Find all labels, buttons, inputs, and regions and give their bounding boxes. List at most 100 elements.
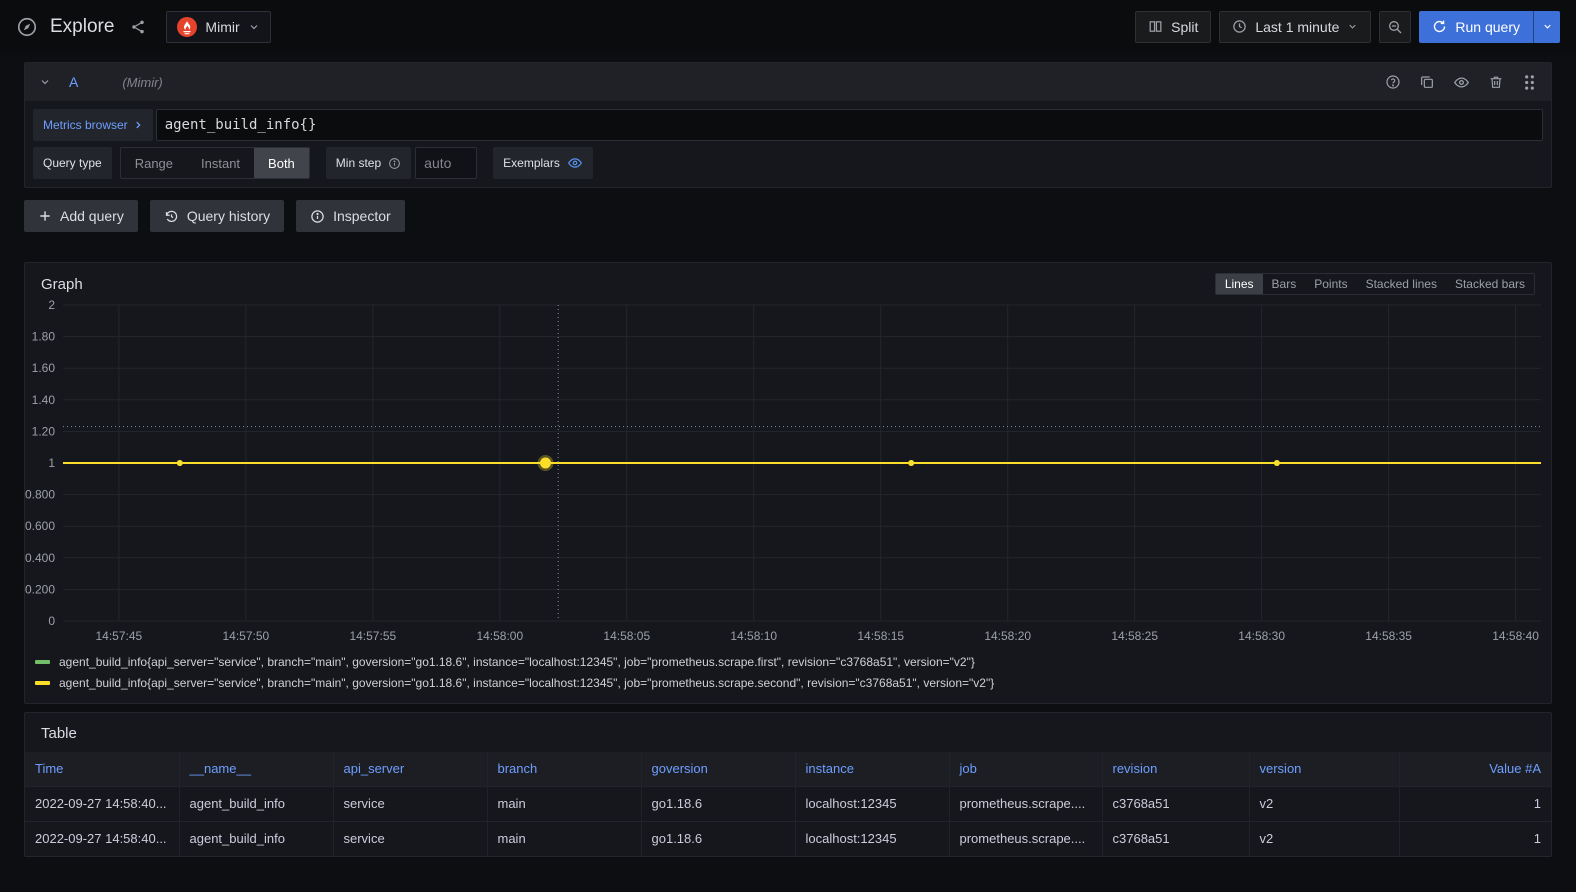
legend-label: agent_build_info{api_server="service", b… [59, 676, 994, 690]
legend-item-0[interactable]: agent_build_info{api_server="service", b… [35, 651, 1541, 672]
metrics-browser-label: Metrics browser [43, 118, 128, 132]
column-header-goversion[interactable]: goversion [641, 752, 795, 786]
time-range-label: Last 1 minute [1255, 19, 1339, 35]
legend-item-1[interactable]: agent_build_info{api_server="service", b… [35, 672, 1541, 693]
table-cell: service [333, 821, 487, 856]
chevron-right-icon [133, 120, 143, 130]
column-header-version[interactable]: version [1249, 752, 1399, 786]
x-axis-tick-label: 14:58:10 [730, 629, 777, 643]
table-cell: prometheus.scrape.... [949, 786, 1102, 821]
data-point [177, 460, 183, 466]
x-axis-tick-label: 14:57:50 [222, 629, 269, 643]
chevron-down-icon [1542, 21, 1553, 32]
x-axis-tick-label: 14:57:55 [349, 629, 396, 643]
table-cell: main [487, 786, 641, 821]
graph-style-selector: LinesBarsPointsStacked linesStacked bars [1215, 273, 1535, 295]
column-header-api-server[interactable]: api_server [333, 752, 487, 786]
highlighted-data-point [540, 458, 551, 469]
query-ref-id[interactable]: A [69, 74, 78, 90]
inspector-button[interactable]: Inspector [296, 200, 405, 232]
table-cell: main [487, 821, 641, 856]
collapse-chevron-icon[interactable] [39, 76, 51, 88]
table-panel: Table Time__name__api_serverbranchgovers… [24, 712, 1552, 857]
top-nav-bar: Explore Mimir [0, 0, 1576, 53]
table-cell: 2022-09-27 14:58:40... [25, 786, 179, 821]
clock-icon [1232, 19, 1247, 34]
chevron-down-icon [248, 21, 260, 33]
column-header-instance[interactable]: instance [795, 752, 949, 786]
delete-query-trash-icon[interactable] [1488, 74, 1504, 90]
table-cell: c3768a51 [1102, 786, 1249, 821]
y-axis-tick-label: 0.400 [25, 551, 55, 565]
graph-mode-points[interactable]: Points [1305, 274, 1356, 294]
run-query-button[interactable]: Run query [1419, 11, 1560, 43]
share-icon[interactable] [130, 19, 146, 35]
table-cell: 1 [1399, 786, 1551, 821]
add-query-button[interactable]: Add query [24, 200, 138, 232]
table-cell: service [333, 786, 487, 821]
graph-panel-title: Graph [41, 276, 83, 293]
table-header-row: Time__name__api_serverbranchgoversionins… [25, 752, 1551, 786]
query-expression-input[interactable] [156, 109, 1543, 141]
y-axis-tick-label: 0.600 [25, 519, 55, 533]
graph-mode-stacked-lines[interactable]: Stacked lines [1357, 274, 1446, 294]
column-header-branch[interactable]: branch [487, 752, 641, 786]
run-query-label: Run query [1455, 19, 1520, 35]
table-cell: localhost:12345 [795, 786, 949, 821]
min-step-input[interactable] [415, 147, 477, 179]
info-circle-icon [310, 209, 325, 224]
drag-handle-icon[interactable] [1522, 74, 1537, 91]
history-icon [164, 209, 179, 224]
x-axis-tick-label: 14:58:00 [476, 629, 523, 643]
table-cell: prometheus.scrape.... [949, 821, 1102, 856]
query-history-button[interactable]: Query history [150, 200, 284, 232]
datasource-picker[interactable]: Mimir [166, 11, 270, 43]
run-query-dropdown[interactable] [1533, 11, 1560, 43]
query-row-header: A (Mimir) [25, 63, 1551, 101]
table-cell: c3768a51 [1102, 821, 1249, 856]
info-circle-icon [388, 157, 401, 170]
graph-mode-stacked-bars[interactable]: Stacked bars [1446, 274, 1534, 294]
disable-query-eye-icon[interactable] [1453, 74, 1470, 91]
split-button[interactable]: Split [1135, 11, 1211, 43]
column-header-time[interactable]: Time [25, 752, 179, 786]
table-cell: 1 [1399, 821, 1551, 856]
data-point [1274, 460, 1280, 466]
duplicate-query-icon[interactable] [1419, 74, 1435, 90]
chevron-down-icon [1347, 21, 1358, 32]
y-axis-tick-label: 1.20 [32, 424, 56, 438]
table-cell: go1.18.6 [641, 821, 795, 856]
table-cell: v2 [1249, 821, 1399, 856]
explore-compass-icon [16, 16, 38, 38]
query-type-option-range[interactable]: Range [121, 148, 187, 178]
legend-swatch [35, 660, 50, 664]
query-type-option-both[interactable]: Both [254, 148, 309, 178]
x-axis-tick-label: 14:57:45 [96, 629, 143, 643]
graph-canvas[interactable]: 21.801.601.401.2010.8000.6000.4000.20001… [25, 299, 1551, 647]
zoom-out-icon [1387, 19, 1403, 35]
column-header-job[interactable]: job [949, 752, 1102, 786]
legend-label: agent_build_info{api_server="service", b… [59, 655, 975, 669]
y-axis-tick-label: 0 [48, 614, 55, 628]
graph-mode-lines[interactable]: Lines [1216, 274, 1263, 294]
metrics-browser-button[interactable]: Metrics browser [33, 109, 153, 141]
query-type-option-instant[interactable]: Instant [187, 148, 254, 178]
time-range-picker[interactable]: Last 1 minute [1219, 11, 1371, 43]
split-label: Split [1171, 19, 1198, 35]
table-cell: go1.18.6 [641, 786, 795, 821]
y-axis-tick-label: 1.80 [32, 330, 56, 344]
y-axis-tick-label: 0.800 [25, 488, 55, 502]
table-cell: agent_build_info [179, 821, 333, 856]
exemplars-toggle[interactable]: Exemplars [493, 147, 593, 179]
column-header-revision[interactable]: revision [1102, 752, 1249, 786]
graph-mode-bars[interactable]: Bars [1263, 274, 1306, 294]
zoom-out-button[interactable] [1379, 11, 1411, 43]
query-editor-panel: A (Mimir) [24, 62, 1552, 188]
x-axis-tick-label: 14:58:15 [857, 629, 904, 643]
column-header--name-[interactable]: __name__ [179, 752, 333, 786]
x-axis-tick-label: 14:58:35 [1365, 629, 1412, 643]
y-axis-tick-label: 1 [48, 456, 55, 470]
table-row: 2022-09-27 14:58:40...agent_build_infose… [25, 821, 1551, 856]
help-icon[interactable] [1385, 74, 1401, 90]
column-header-value-a[interactable]: Value #A [1399, 752, 1551, 786]
